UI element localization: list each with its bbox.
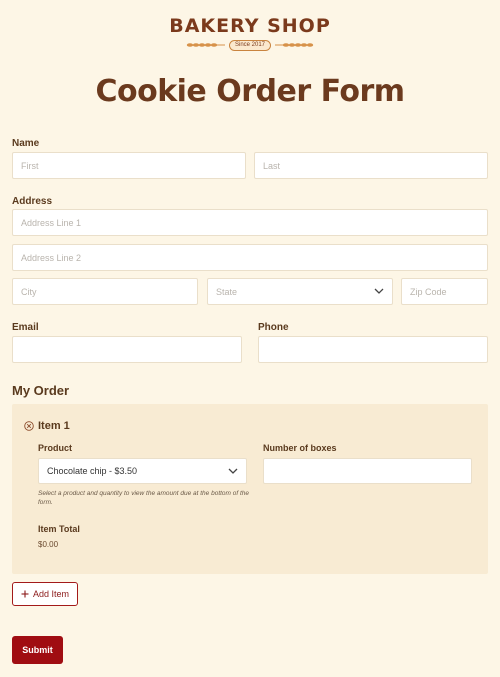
product-helper-text: Select a product and quantity to view th…	[38, 490, 250, 506]
wheat-icon	[186, 43, 225, 47]
wheat-icon	[275, 43, 314, 47]
city-field[interactable]: City	[12, 278, 198, 305]
product-label: Product	[38, 443, 73, 453]
first-name-placeholder: First	[21, 160, 39, 171]
chevron-down-icon	[228, 468, 238, 474]
close-circle-icon[interactable]	[24, 421, 34, 431]
number-of-boxes-label: Number of boxes	[263, 443, 337, 453]
address-line1-placeholder: Address Line 1	[21, 217, 82, 228]
phone-field[interactable]	[258, 336, 488, 363]
zip-code-placeholder: Zip Code	[410, 286, 447, 297]
last-name-placeholder: Last	[263, 160, 281, 171]
zip-code-field[interactable]: Zip Code	[401, 278, 488, 305]
last-name-field[interactable]: Last	[254, 152, 488, 179]
address-line2-field[interactable]: Address Line 2	[12, 244, 488, 271]
item-title: Item 1	[38, 420, 70, 432]
since-badge: Since 2017	[228, 39, 272, 51]
product-selected-value: Chocolate chip - $3.50	[47, 466, 138, 476]
add-item-label: Add Item	[32, 589, 70, 599]
address-line2-placeholder: Address Line 2	[21, 252, 82, 263]
chevron-down-icon	[374, 288, 384, 294]
number-of-boxes-field[interactable]	[263, 458, 472, 484]
address-line1-field[interactable]: Address Line 1	[12, 209, 488, 236]
state-placeholder: State	[216, 286, 238, 297]
address-label: Address	[12, 196, 53, 207]
product-select[interactable]: Chocolate chip - $3.50	[38, 458, 247, 484]
brand-name: BAKERY SHOP	[169, 15, 331, 37]
item-total-label: Item Total	[38, 524, 80, 534]
item-total-value: $0.00	[38, 540, 59, 549]
state-select[interactable]: State	[207, 278, 393, 305]
email-label: Email	[12, 322, 39, 333]
add-item-button[interactable]: Add Item	[12, 582, 78, 606]
page-title: Cookie Order Form	[95, 74, 405, 109]
plus-icon	[21, 590, 29, 598]
email-field[interactable]	[12, 336, 242, 363]
name-label: Name	[12, 138, 40, 149]
my-order-title: My Order	[12, 383, 70, 398]
first-name-field[interactable]: First	[12, 152, 246, 179]
city-placeholder: City	[21, 286, 37, 297]
phone-label: Phone	[258, 322, 289, 333]
bakery-logo: BAKERY SHOP Since 2017	[0, 14, 500, 51]
logo-wheat-row: Since 2017	[0, 39, 500, 51]
submit-button[interactable]: Submit	[12, 636, 63, 664]
